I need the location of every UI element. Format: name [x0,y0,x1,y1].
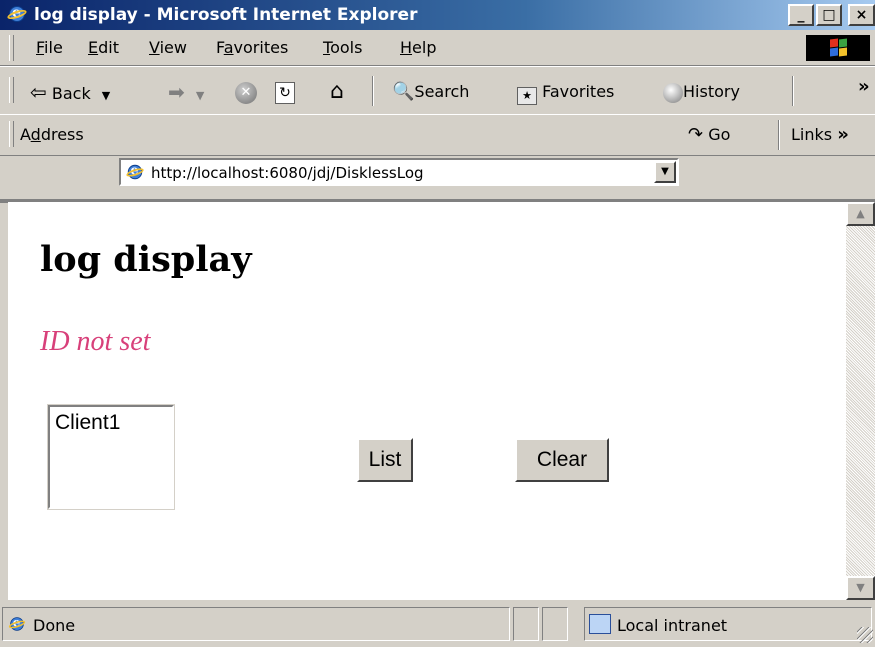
list-button[interactable]: List [357,438,413,482]
zone-text: Local intranet [617,616,728,635]
refresh-icon: ↻ [275,82,295,104]
toolbar-grip[interactable] [9,77,14,103]
favorites-icon: ★ [517,87,537,105]
toolbar-more-button[interactable]: » [858,75,870,99]
close-button[interactable]: × [848,4,875,26]
go-button[interactable]: ↷ Go [688,123,730,147]
forward-arrow-icon: ➡ [168,80,185,104]
forward-button[interactable]: ➡ ▼ [168,80,204,104]
address-field[interactable]: e ▼ [119,158,679,186]
windows-logo-icon [830,38,848,57]
status-security-panel [542,607,568,641]
standard-toolbar: ⇦ Back ▼ ➡ ▼ ✕ ↻ ⌂ 🔍Search ★ Favorites H… [0,66,875,115]
forward-dropdown-icon[interactable]: ▼ [196,89,204,102]
stop-button[interactable]: ✕ [235,80,257,104]
menu-bar-grip[interactable] [9,35,14,61]
menu-favorites[interactable]: Favorites [216,38,288,58]
back-dropdown-icon[interactable]: ▼ [102,89,110,102]
resize-grip-icon[interactable] [857,627,873,643]
links-more-icon[interactable]: » [837,124,849,145]
toolbar-separator [372,76,374,106]
page-icon: e [125,163,145,181]
client-listbox[interactable]: Client1 [47,404,175,510]
home-button[interactable]: ⌂ [330,80,344,104]
menu-view[interactable]: View [149,38,187,58]
menu-edit[interactable]: Edit [88,38,119,58]
links-button[interactable]: Links » [791,125,849,145]
client-option[interactable]: Client1 [55,411,120,435]
url-input[interactable] [151,162,631,184]
zone-panel: Local intranet [584,607,872,641]
status-message: ID not set [40,326,151,357]
search-button[interactable]: 🔍Search [392,80,469,104]
history-button[interactable]: History [663,80,740,104]
menu-tools[interactable]: Tools [323,38,362,58]
menu-bar: File Edit View Favorites Tools Help [0,31,875,66]
menu-file[interactable]: File [36,38,63,58]
page-status-icon: e [7,616,27,633]
address-dropdown-button[interactable]: ▼ [654,161,676,183]
favorites-button[interactable]: ★ Favorites [517,80,614,105]
internet-explorer-icon[interactable]: e [6,4,28,24]
local-intranet-icon [589,614,611,634]
history-icon [663,82,683,103]
windows-logo-throbber [806,35,870,61]
scroll-down-button[interactable]: ▼ [846,576,875,600]
status-text: Done [33,616,76,635]
minimize-button[interactable]: _ [788,4,814,26]
vertical-scrollbar[interactable]: ▲ ▼ [846,202,875,600]
status-progress-panel [513,607,539,641]
maximize-button[interactable]: □ [816,4,842,26]
page-content: log display ID not set Client1 List Clea… [8,202,846,600]
address-bar: Address ↷ Go Links » [0,114,875,156]
back-arrow-icon: ⇦ [30,80,47,104]
refresh-button[interactable]: ↻ [275,80,295,104]
window-title: log display - Microsoft Internet Explore… [34,5,418,25]
page-title: log display [40,239,252,280]
address-label: Address [20,125,84,144]
address-bar-grip[interactable] [9,121,14,147]
clear-button[interactable]: Clear [515,438,609,482]
address-separator [778,120,780,150]
back-button[interactable]: ⇦ Back ▼ [30,80,110,104]
toolbar-separator [792,76,794,106]
home-icon: ⌂ [330,79,344,104]
title-bar: e log display - Microsoft Internet Explo… [0,0,875,30]
stop-icon: ✕ [235,81,257,104]
menu-help[interactable]: Help [400,38,436,58]
status-text-panel: e Done [2,607,510,641]
status-bar: e Done Local intranet [0,603,875,647]
go-arrow-icon: ↷ [688,124,704,145]
scroll-up-button[interactable]: ▲ [846,202,875,226]
search-icon: 🔍 [392,81,415,102]
